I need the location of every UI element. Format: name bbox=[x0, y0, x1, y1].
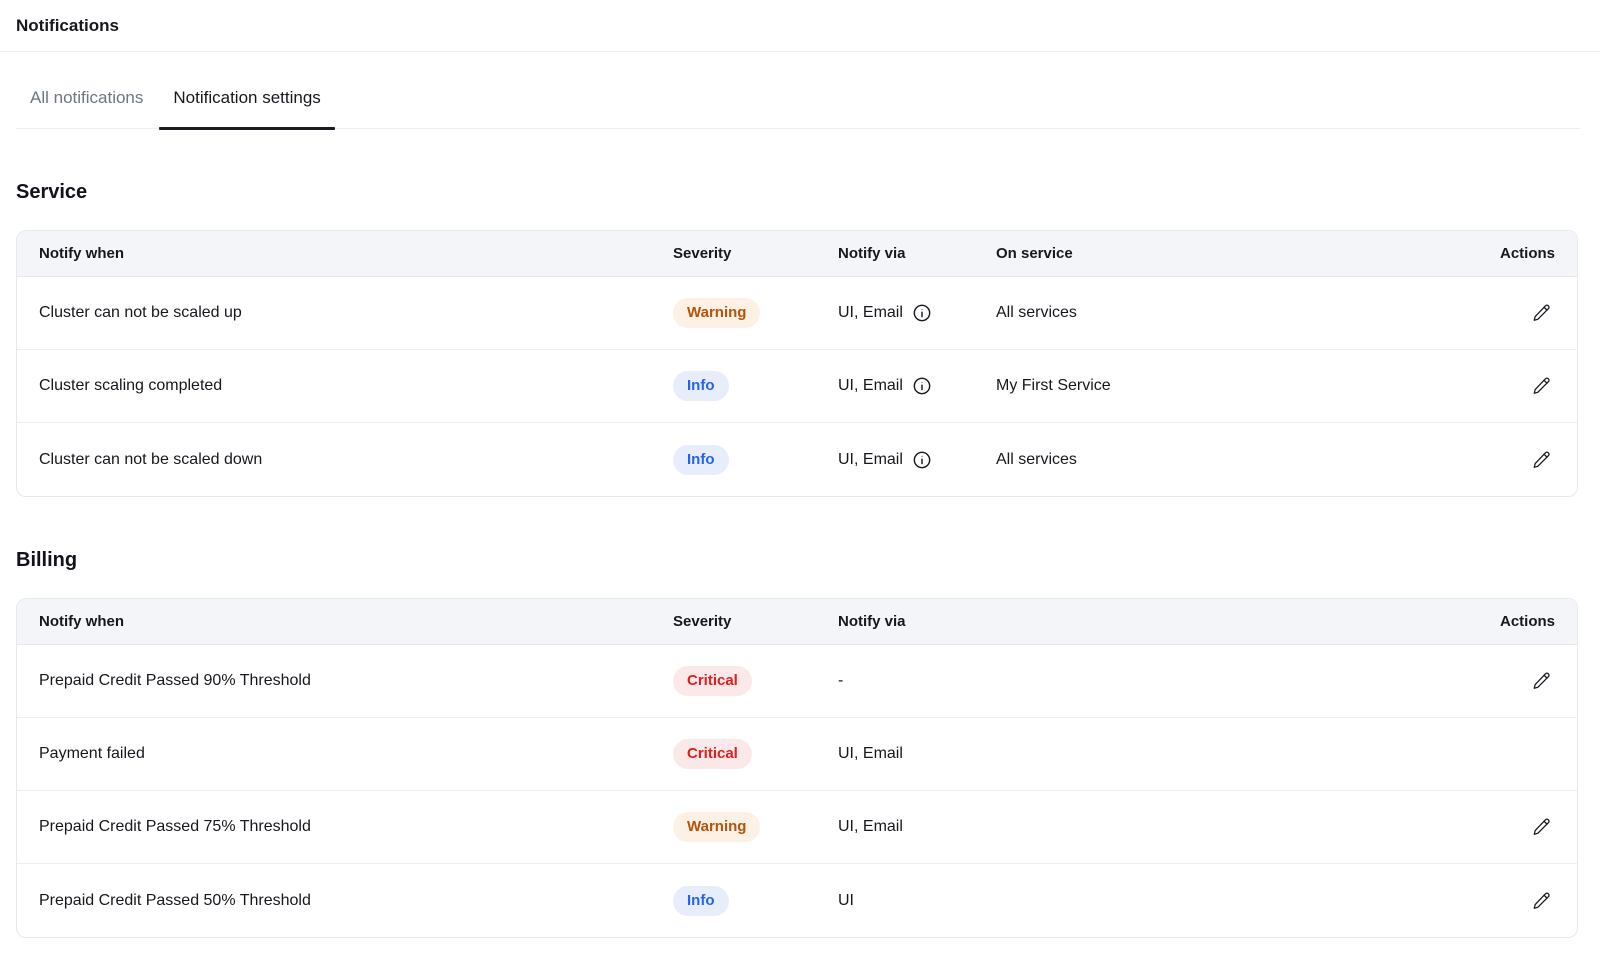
severity-cell: Critical bbox=[673, 666, 838, 696]
on-service-cell: All services bbox=[996, 304, 1465, 322]
table-header-row: Notify whenSeverityNotify viaOn serviceA… bbox=[17, 231, 1577, 277]
notify-via-value: - bbox=[838, 672, 843, 690]
page-title: Notifications bbox=[16, 16, 119, 36]
section-title: Billing bbox=[16, 549, 1600, 572]
actions-cell bbox=[1465, 372, 1555, 400]
severity-badge: Info bbox=[673, 371, 729, 401]
table-row: Payment failedCritical UI, Email bbox=[17, 718, 1577, 791]
table-row: Cluster can not be scaled downInfo UI, Em… bbox=[17, 423, 1577, 496]
severity-badge: Critical bbox=[673, 739, 752, 769]
actions-cell bbox=[1465, 667, 1555, 695]
table-row: Cluster can not be scaled upWarning UI, E… bbox=[17, 277, 1577, 350]
column-header: Actions bbox=[1465, 245, 1555, 262]
notify-via-value: UI, Email bbox=[838, 377, 903, 395]
notify-via-value: UI, Email bbox=[838, 818, 903, 836]
actions-cell bbox=[1465, 446, 1555, 474]
table-header-row: Notify whenSeverityNotify viaActions bbox=[17, 599, 1577, 645]
notify-when-cell: Prepaid Credit Passed 50% Threshold bbox=[39, 892, 673, 910]
table-row: Cluster scaling completedInfo UI, Email My… bbox=[17, 350, 1577, 423]
on-service-cell: My First Service bbox=[996, 377, 1465, 395]
on-service-cell: All services bbox=[996, 451, 1465, 469]
column-header: Actions bbox=[1465, 613, 1555, 630]
edit-pencil-icon[interactable] bbox=[1528, 446, 1555, 473]
severity-cell: Info bbox=[673, 371, 838, 401]
info-circle-icon[interactable] bbox=[912, 376, 932, 396]
billing-notifications-table: Notify whenSeverityNotify viaActionsPrep… bbox=[16, 598, 1578, 938]
notify-via-cell: UI, Email bbox=[838, 376, 996, 396]
column-header: Notify when bbox=[39, 613, 673, 630]
notify-via-value: UI, Email bbox=[838, 304, 903, 322]
table-row: Prepaid Credit Passed 90% ThresholdCriti… bbox=[17, 645, 1577, 718]
notify-via-value: UI, Email bbox=[838, 745, 903, 763]
actions-cell bbox=[1465, 887, 1555, 915]
notify-via-cell: UI, Email bbox=[838, 450, 996, 470]
severity-cell: Warning bbox=[673, 298, 838, 328]
column-header: Notify via bbox=[838, 245, 996, 262]
table-row: Prepaid Credit Passed 75% ThresholdWarni… bbox=[17, 791, 1577, 864]
severity-badge: Info bbox=[673, 445, 729, 475]
severity-badge: Critical bbox=[673, 666, 752, 696]
tab-all-notifications[interactable]: All notifications bbox=[16, 88, 157, 128]
notify-when-cell: Prepaid Credit Passed 75% Threshold bbox=[39, 818, 673, 836]
notify-via-value: UI, Email bbox=[838, 451, 903, 469]
column-header: Notify when bbox=[39, 245, 673, 262]
edit-pencil-icon[interactable] bbox=[1528, 667, 1555, 694]
actions-cell bbox=[1465, 299, 1555, 327]
tab-notification-settings[interactable]: Notification settings bbox=[159, 88, 334, 128]
edit-pencil-icon[interactable] bbox=[1528, 372, 1555, 399]
severity-cell: Critical bbox=[673, 739, 838, 769]
section-service: Service Notify whenSeverityNotify viaOn s… bbox=[0, 181, 1600, 497]
column-header: Severity bbox=[673, 613, 838, 630]
severity-cell: Warning bbox=[673, 812, 838, 842]
notify-via-cell: UI, Email bbox=[838, 818, 1465, 836]
service-notifications-table: Notify whenSeverityNotify viaOn serviceA… bbox=[16, 230, 1578, 497]
notify-via-value: UI bbox=[838, 892, 854, 910]
severity-cell: Info bbox=[673, 445, 838, 475]
notify-when-cell: Cluster can not be scaled down bbox=[39, 451, 673, 469]
edit-pencil-icon[interactable] bbox=[1528, 813, 1555, 840]
info-circle-icon[interactable] bbox=[912, 303, 932, 323]
column-header: On service bbox=[996, 245, 1465, 262]
notify-via-cell: UI, Email bbox=[838, 303, 996, 323]
column-header: Severity bbox=[673, 245, 838, 262]
notify-via-cell: - bbox=[838, 672, 1465, 690]
notify-when-cell: Prepaid Credit Passed 90% Threshold bbox=[39, 672, 673, 690]
page-header: Notifications bbox=[0, 0, 1600, 52]
edit-pencil-icon[interactable] bbox=[1528, 887, 1555, 914]
table-row: Prepaid Credit Passed 50% ThresholdInfo U… bbox=[17, 864, 1577, 937]
section-billing: Billing Notify whenSeverityNotify viaActi… bbox=[0, 549, 1600, 938]
notifications-tabbar: All notifications Notification settings bbox=[16, 88, 1580, 129]
notification-settings-sections: ServiceNotify whenSeverityNotify viaOn s… bbox=[0, 181, 1600, 938]
notify-via-cell: UI bbox=[838, 892, 1465, 910]
notify-when-cell: Cluster can not be scaled up bbox=[39, 304, 673, 322]
notify-when-cell: Cluster scaling completed bbox=[39, 377, 673, 395]
section-title: Service bbox=[16, 181, 1600, 204]
severity-badge: Info bbox=[673, 886, 729, 916]
edit-pencil-icon[interactable] bbox=[1528, 299, 1555, 326]
severity-cell: Info bbox=[673, 886, 838, 916]
column-header: Notify via bbox=[838, 613, 1465, 630]
actions-cell bbox=[1465, 813, 1555, 841]
notify-via-cell: UI, Email bbox=[838, 745, 1465, 763]
notify-when-cell: Payment failed bbox=[39, 745, 673, 763]
severity-badge: Warning bbox=[673, 812, 760, 842]
info-circle-icon[interactable] bbox=[912, 450, 932, 470]
severity-badge: Warning bbox=[673, 298, 760, 328]
